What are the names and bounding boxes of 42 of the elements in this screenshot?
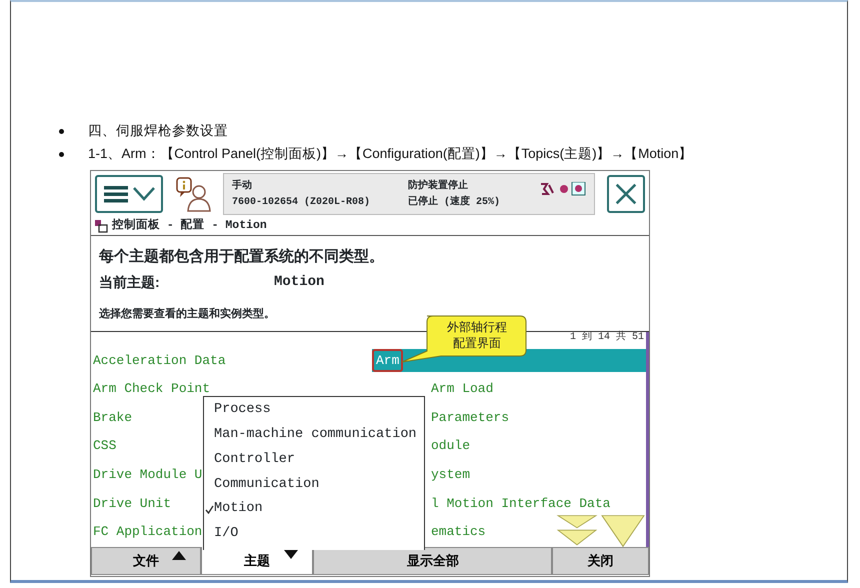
menu-item[interactable]: Motion	[204, 497, 424, 522]
menu-item[interactable]: Communication	[204, 472, 424, 498]
menu-item[interactable]: Process	[204, 398, 424, 423]
bullet-icon	[59, 129, 64, 134]
system-name: 7600-102654 (Z020L-R08)	[232, 196, 372, 210]
control-panel-icon	[95, 220, 108, 232]
state-text: 防护装置停止	[408, 178, 469, 194]
text-line: 四、伺服焊枪参数设置	[88, 122, 228, 140]
menu-icon	[103, 184, 129, 204]
text-line: 1-1、Arm：【Control Panel(控制面板)】→【Configuration(配置)】→【Topics(主题)】→【Motion】	[88, 145, 693, 164]
breadcrumb: 控制面板 - 配置 - Motion	[112, 217, 267, 234]
callout-text: 外部轴行程配置界面	[446, 319, 508, 351]
list-item[interactable]: Arm Load	[431, 379, 494, 399]
instruction-text: 选择您需要查看的主题和实例类型。	[99, 306, 276, 322]
speed-text: 已停止 (速度 25%)	[408, 194, 502, 210]
description-text: 每个主题都包含用于配置系统的不同类型。	[99, 246, 385, 267]
tab[interactable]: 显示全部	[313, 547, 552, 575]
menu-item[interactable]: Man-machine communication	[204, 422, 424, 448]
list-item[interactable]: Arm	[372, 348, 404, 372]
close-icon	[615, 181, 637, 207]
scroll-down-arrows-icon[interactable]	[556, 514, 646, 548]
status-icon	[540, 182, 586, 196]
field-label: 当前主题:	[99, 273, 161, 292]
list-item[interactable]: odule	[431, 436, 470, 456]
user-info-icon[interactable]	[175, 176, 211, 212]
list-item[interactable]: ematics	[431, 522, 486, 542]
menu-item[interactable]: I/O	[204, 522, 424, 547]
list-item[interactable]: Acceleration Data	[91, 350, 372, 370]
tab[interactable]: 文件	[91, 547, 201, 575]
bullet-icon	[59, 152, 64, 157]
menu-item[interactable]: Controller	[204, 448, 424, 472]
mode-text: 手动	[232, 178, 253, 194]
chevron-down-icon	[133, 187, 155, 201]
close-button[interactable]	[607, 175, 645, 213]
list-item[interactable]: Arm Check Point	[91, 379, 372, 399]
menu-button[interactable]	[95, 175, 163, 213]
list-item[interactable]: ystem	[431, 464, 470, 484]
list-item[interactable]: l Motion Interface Data	[431, 494, 610, 514]
current-topic-value: Motion	[274, 273, 324, 292]
caret-up-icon	[172, 551, 186, 560]
tab[interactable]: 关闭	[552, 547, 649, 575]
list-item[interactable]: Parameters	[431, 408, 510, 428]
